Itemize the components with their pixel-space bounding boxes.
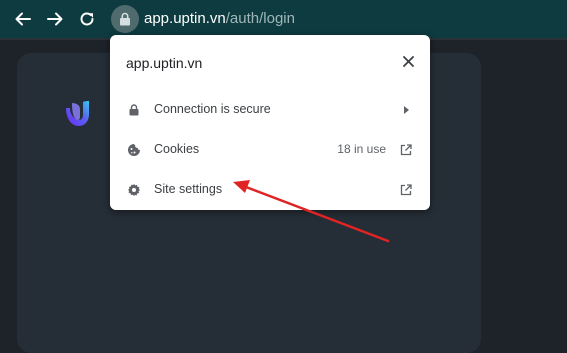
popup-site-host: app.uptin.vn bbox=[126, 55, 203, 71]
arrow-left-icon bbox=[15, 12, 31, 26]
browser-toolbar: app.uptin.vn/auth/login bbox=[0, 0, 567, 38]
cookie-icon bbox=[128, 144, 140, 156]
site-info-button[interactable] bbox=[111, 5, 139, 33]
address-bar[interactable]: app.uptin.vn/auth/login bbox=[144, 10, 295, 27]
popup-close-button[interactable] bbox=[400, 53, 416, 69]
url-host: app.uptin.vn bbox=[144, 10, 226, 27]
lock-icon bbox=[129, 104, 139, 116]
site-settings-label: Site settings bbox=[154, 182, 223, 196]
close-icon bbox=[402, 55, 414, 67]
cookies-row[interactable]: Cookies 18 in use bbox=[110, 130, 430, 170]
connection-secure-row[interactable]: Connection is secure bbox=[110, 90, 430, 130]
connection-secure-label: Connection is secure bbox=[154, 102, 271, 116]
reload-button[interactable] bbox=[75, 7, 99, 31]
tune-lock-icon bbox=[120, 12, 130, 26]
reload-icon bbox=[80, 12, 94, 26]
app-logo bbox=[66, 101, 89, 126]
url-path: /auth/login bbox=[225, 10, 295, 27]
cookies-status: 18 in use bbox=[337, 142, 386, 156]
site-info-popup: app.uptin.vn Connection is secure Cookie… bbox=[110, 35, 430, 210]
forward-button[interactable] bbox=[43, 7, 67, 31]
external-link-icon bbox=[400, 184, 412, 196]
chevron-right-icon bbox=[404, 106, 409, 114]
external-link-icon bbox=[400, 144, 412, 156]
site-settings-row[interactable]: Site settings bbox=[110, 170, 430, 210]
cookies-label: Cookies bbox=[154, 142, 200, 156]
gear-icon bbox=[127, 183, 141, 197]
arrow-right-icon bbox=[47, 12, 63, 26]
back-button[interactable] bbox=[11, 7, 35, 31]
